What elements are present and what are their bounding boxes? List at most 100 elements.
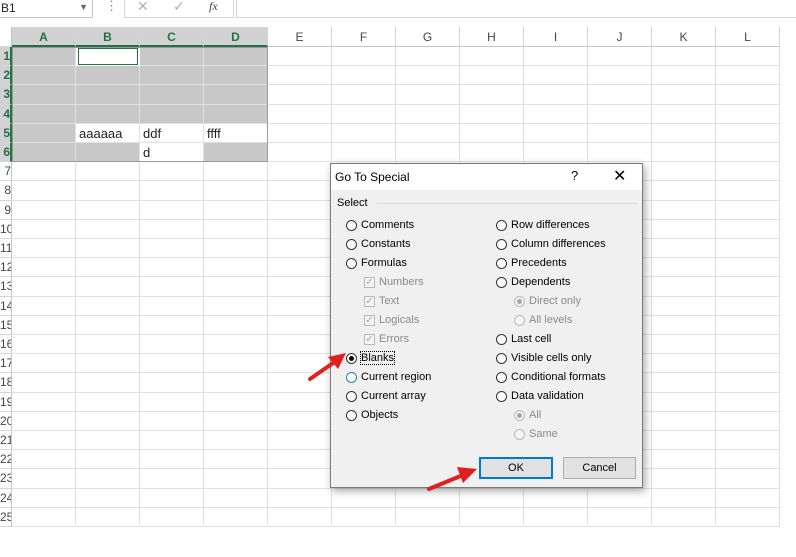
- cell-b16[interactable]: [76, 335, 140, 355]
- cell-b3[interactable]: [76, 85, 140, 105]
- name-box[interactable]: B1 ▼: [0, 0, 93, 18]
- cell-b10[interactable]: [76, 219, 140, 239]
- cell-d9[interactable]: [204, 200, 268, 220]
- column-header-f[interactable]: F: [332, 27, 396, 47]
- cell-j24[interactable]: [588, 488, 652, 508]
- cell-l10[interactable]: [716, 219, 780, 239]
- cell-c24[interactable]: [140, 488, 204, 508]
- cell-b24[interactable]: [76, 488, 140, 508]
- cell-e13[interactable]: [268, 277, 332, 297]
- cell-d18[interactable]: [204, 373, 268, 393]
- cell-a4[interactable]: [12, 104, 76, 124]
- cell-a23[interactable]: [12, 469, 76, 489]
- row-header-16[interactable]: 16: [0, 335, 12, 355]
- ok-button[interactable]: OK: [479, 457, 553, 479]
- cell-e7[interactable]: [268, 162, 332, 182]
- row-header-14[interactable]: 14: [0, 296, 12, 316]
- row-header-7[interactable]: 7: [0, 162, 12, 182]
- option-comments[interactable]: Comments: [346, 218, 414, 236]
- cell-c5[interactable]: ddf: [140, 123, 204, 143]
- column-header-a[interactable]: A: [12, 27, 76, 47]
- row-header-23[interactable]: 23: [0, 469, 12, 489]
- cell-j6[interactable]: [588, 143, 652, 163]
- cell-g4[interactable]: [396, 104, 460, 124]
- cell-b22[interactable]: [76, 450, 140, 470]
- column-header-e[interactable]: E: [268, 27, 332, 47]
- radio-icon[interactable]: [496, 371, 507, 383]
- cell-d5[interactable]: ffff: [204, 123, 268, 143]
- cell-e19[interactable]: [268, 392, 332, 412]
- cell-c7[interactable]: [140, 162, 204, 182]
- cell-k20[interactable]: [652, 411, 716, 431]
- radio-icon[interactable]: [496, 352, 507, 364]
- cell-d7[interactable]: [204, 162, 268, 182]
- radio-icon[interactable]: [346, 219, 357, 231]
- cell-e3[interactable]: [268, 85, 332, 105]
- cell-k23[interactable]: [652, 469, 716, 489]
- cell-l14[interactable]: [716, 296, 780, 316]
- cell-e21[interactable]: [268, 431, 332, 451]
- cancel-button[interactable]: Cancel: [563, 457, 636, 479]
- cell-j5[interactable]: [588, 123, 652, 143]
- radio-icon[interactable]: [346, 390, 357, 402]
- radio-icon[interactable]: [496, 333, 507, 345]
- cell-g25[interactable]: [396, 507, 460, 527]
- option-constants[interactable]: Constants: [346, 237, 411, 255]
- cell-c10[interactable]: [140, 219, 204, 239]
- cell-e11[interactable]: [268, 239, 332, 259]
- row-header-22[interactable]: 22: [0, 450, 12, 470]
- cell-a12[interactable]: [12, 258, 76, 278]
- cell-a21[interactable]: [12, 431, 76, 451]
- cell-l17[interactable]: [716, 354, 780, 374]
- cell-e25[interactable]: [268, 507, 332, 527]
- row-header-2[interactable]: 2: [0, 66, 12, 86]
- more-options-icon[interactable]: ⋮: [105, 0, 118, 14]
- cell-d14[interactable]: [204, 296, 268, 316]
- cell-k16[interactable]: [652, 335, 716, 355]
- row-header-25[interactable]: 25: [0, 507, 12, 527]
- cell-c2[interactable]: [140, 66, 204, 86]
- cell-e10[interactable]: [268, 219, 332, 239]
- cell-e24[interactable]: [268, 488, 332, 508]
- cell-l23[interactable]: [716, 469, 780, 489]
- row-header-20[interactable]: 20: [0, 411, 12, 431]
- cell-k25[interactable]: [652, 507, 716, 527]
- cell-c19[interactable]: [140, 392, 204, 412]
- cell-l7[interactable]: [716, 162, 780, 182]
- cell-b17[interactable]: [76, 354, 140, 374]
- cell-a8[interactable]: [12, 181, 76, 201]
- cell-d13[interactable]: [204, 277, 268, 297]
- row-header-13[interactable]: 13: [0, 277, 12, 297]
- cell-b4[interactable]: [76, 104, 140, 124]
- cell-k24[interactable]: [652, 488, 716, 508]
- row-header-8[interactable]: 8: [0, 181, 12, 201]
- cell-c3[interactable]: [140, 85, 204, 105]
- cell-i1[interactable]: [524, 47, 588, 67]
- cell-l1[interactable]: [716, 47, 780, 67]
- cell-i24[interactable]: [524, 488, 588, 508]
- cell-b12[interactable]: [76, 258, 140, 278]
- option-precedents[interactable]: Precedents: [496, 256, 567, 274]
- cell-k8[interactable]: [652, 181, 716, 201]
- cell-l6[interactable]: [716, 143, 780, 163]
- column-header-l[interactable]: L: [716, 27, 780, 47]
- option-conditional-formats[interactable]: Conditional formats: [496, 370, 606, 388]
- cell-l20[interactable]: [716, 411, 780, 431]
- row-header-9[interactable]: 9: [0, 200, 12, 220]
- cell-a16[interactable]: [12, 335, 76, 355]
- cell-c1[interactable]: [140, 47, 204, 67]
- cell-a25[interactable]: [12, 507, 76, 527]
- cell-g1[interactable]: [396, 47, 460, 67]
- help-icon[interactable]: ?: [571, 168, 578, 183]
- cell-k10[interactable]: [652, 219, 716, 239]
- cell-e9[interactable]: [268, 200, 332, 220]
- cell-c13[interactable]: [140, 277, 204, 297]
- cell-c18[interactable]: [140, 373, 204, 393]
- column-header-j[interactable]: J: [588, 27, 652, 47]
- cell-f1[interactable]: [332, 47, 396, 67]
- cell-k7[interactable]: [652, 162, 716, 182]
- cell-l22[interactable]: [716, 450, 780, 470]
- cell-c22[interactable]: [140, 450, 204, 470]
- cell-a22[interactable]: [12, 450, 76, 470]
- cell-e2[interactable]: [268, 66, 332, 86]
